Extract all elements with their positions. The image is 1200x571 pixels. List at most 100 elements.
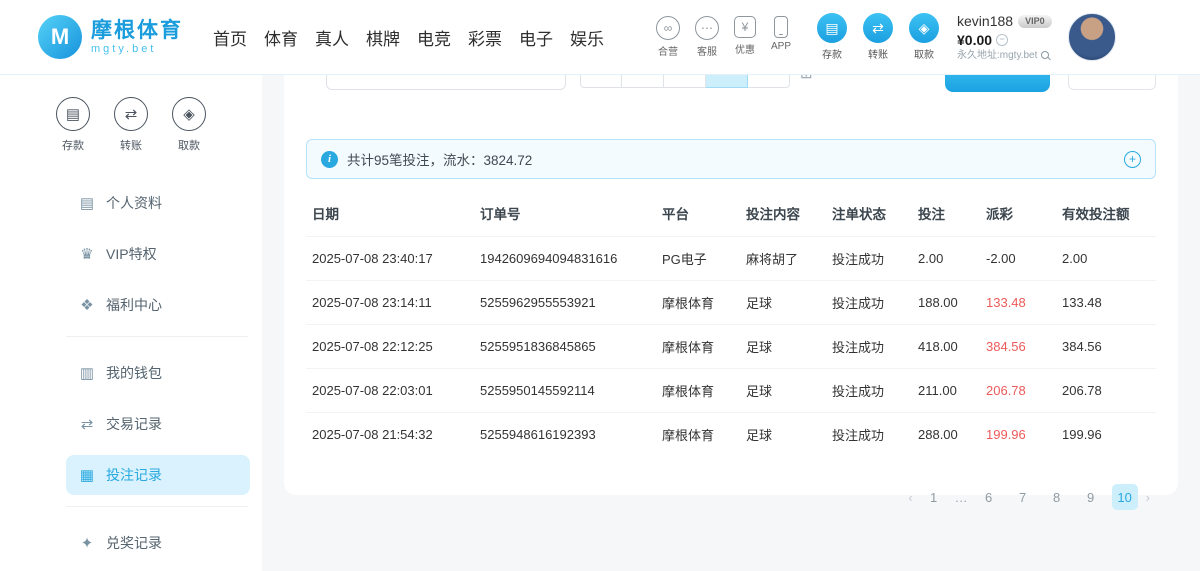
promotions-label: 优惠 — [735, 41, 755, 56]
table-row: 2025-07-08 22:03:01 5255950145592114 摩根体… — [306, 369, 1156, 413]
page-button-9[interactable]: 9 — [1078, 484, 1104, 510]
cell-platform: 摩根体育 — [656, 325, 740, 369]
date-range-segment — [580, 75, 790, 88]
cell-payout: -2.00 — [980, 237, 1056, 281]
nav-item-entertainment[interactable]: 娱乐 — [570, 25, 604, 50]
sidebar-item-vip[interactable]: ♛ VIP特权 — [66, 234, 250, 274]
nav-item-esports[interactable]: 电竞 — [417, 25, 451, 50]
cell-payout: 199.96 — [980, 413, 1056, 457]
bet-records-table: 日期 订单号 平台 投注内容 注单状态 投注 派彩 有效投注额 2025-07-… — [306, 193, 1156, 456]
cell-order: 5255948616192393 — [474, 413, 656, 457]
deposit-button[interactable]: ▤ 存款 — [817, 13, 847, 61]
sidebar-withdraw-label: 取款 — [178, 137, 200, 153]
cell-bet: 188.00 — [912, 281, 980, 325]
customer-service-label: 客服 — [697, 43, 717, 58]
sidebar-item-transactions[interactable]: ⇄ 交易记录 — [66, 404, 250, 444]
col-bet: 投注 — [912, 193, 980, 237]
col-payout: 派彩 — [980, 193, 1056, 237]
range-option-selected[interactable] — [706, 75, 748, 88]
withdraw-button[interactable]: ◈ 取款 — [909, 13, 939, 61]
sidebar-transfer-button[interactable]: ⇄ 转账 — [114, 97, 148, 153]
withdraw-label: 取款 — [914, 46, 934, 61]
sidebar-transfer-icon: ⇄ — [114, 97, 148, 131]
range-option[interactable] — [664, 75, 706, 88]
range-option[interactable] — [580, 75, 622, 88]
cell-bet: 2.00 — [912, 237, 980, 281]
page-button-7[interactable]: 7 — [1010, 484, 1036, 510]
prev-page-button[interactable]: ‹ — [908, 490, 912, 505]
app-download-button[interactable]: APP — [771, 16, 791, 58]
cell-status: 投注成功 — [826, 413, 912, 457]
col-date: 日期 — [306, 193, 474, 237]
cell-payout: 384.56 — [980, 325, 1056, 369]
deposit-label: 存款 — [822, 46, 842, 61]
nav-item-slots[interactable]: 电子 — [519, 25, 553, 50]
header-actions-group: ▤ 存款 ⇄ 转账 ◈ 取款 — [817, 13, 939, 61]
nav-item-home[interactable]: 首页 — [213, 25, 247, 50]
promotions-button[interactable]: ¥ 优惠 — [734, 16, 756, 58]
app-label: APP — [771, 41, 791, 52]
nav-item-live[interactable]: 真人 — [315, 25, 349, 50]
sidebar-item-wallet[interactable]: ▥ 我的钱包 — [66, 353, 250, 393]
refresh-balance-icon[interactable]: − — [996, 34, 1008, 46]
partner-label: 合营 — [658, 43, 678, 58]
cell-valid: 206.78 — [1056, 369, 1156, 413]
next-page-button[interactable]: › — [1146, 490, 1150, 505]
cell-content: 足球 — [740, 369, 826, 413]
cell-valid: 133.48 — [1056, 281, 1156, 325]
cell-date: 2025-07-08 21:54:32 — [306, 413, 474, 457]
nav-item-lottery[interactable]: 彩票 — [468, 25, 502, 50]
cell-valid: 384.56 — [1056, 325, 1156, 369]
filter-input[interactable] — [326, 75, 566, 90]
calendar-icon[interactable]: ⊞ — [800, 75, 813, 82]
cell-date: 2025-07-08 23:40:17 — [306, 237, 474, 281]
sidebar-item-bet-records[interactable]: ▦ 投注记录 — [66, 455, 250, 495]
bet-records-icon: ▦ — [78, 466, 96, 484]
partner-button[interactable]: ∞ 合营 — [656, 16, 680, 58]
transfer-button[interactable]: ⇄ 转账 — [863, 13, 893, 61]
username: kevin188 — [957, 12, 1013, 30]
header-utility-group: ∞ 合营 ⋯ 客服 ¥ 优惠 APP — [656, 16, 791, 58]
cell-platform: 摩根体育 — [656, 281, 740, 325]
col-status: 注单状态 — [826, 193, 912, 237]
cell-content: 足球 — [740, 325, 826, 369]
expand-plus-icon[interactable]: + — [1124, 151, 1141, 168]
range-option[interactable] — [748, 75, 790, 88]
user-info: kevin188 VIP0 ¥0.00 − 永久地址:mgty.bet — [957, 12, 1052, 61]
withdraw-icon: ◈ — [909, 13, 939, 43]
reset-button[interactable] — [1068, 75, 1156, 90]
filter-row: ⊞ — [306, 75, 1156, 91]
page-button-8[interactable]: 8 — [1044, 484, 1070, 510]
sidebar-withdraw-button[interactable]: ◈ 取款 — [172, 97, 206, 153]
cell-platform: 摩根体育 — [656, 369, 740, 413]
sidebar-item-welfare[interactable]: ❖ 福利中心 — [66, 285, 250, 325]
partner-icon: ∞ — [656, 16, 680, 40]
main-nav: 首页 体育 真人 棋牌 电竞 彩票 电子 娱乐 — [213, 25, 604, 50]
brand-domain: mgty.bet — [91, 43, 183, 55]
sidebar-divider — [66, 506, 248, 507]
customer-service-button[interactable]: ⋯ 客服 — [695, 16, 719, 58]
bet-records-card: ⊞ i 共计95笔投注，流水：3824.72 + 日期 订单号 — [284, 75, 1178, 495]
search-icon[interactable] — [1041, 51, 1049, 59]
page-button-10-active[interactable]: 10 — [1112, 484, 1138, 510]
sidebar-deposit-button[interactable]: ▤ 存款 — [56, 97, 90, 153]
header: M 摩根体育 mgty.bet 首页 体育 真人 棋牌 电竞 彩票 电子 娱乐 … — [0, 0, 1200, 75]
sidebar-item-profile[interactable]: ▤ 个人资料 — [66, 183, 250, 223]
avatar[interactable] — [1068, 13, 1116, 61]
cell-content: 足球 — [740, 281, 826, 325]
page-button-1[interactable]: 1 — [921, 484, 947, 510]
sidebar-item-prize-records[interactable]: ✦ 兑奖记录 — [66, 523, 250, 563]
cell-status: 投注成功 — [826, 369, 912, 413]
nav-item-cards[interactable]: 棋牌 — [366, 25, 400, 50]
balance-amount: ¥0.00 — [957, 31, 992, 49]
cell-status: 投注成功 — [826, 281, 912, 325]
page-button-6[interactable]: 6 — [976, 484, 1002, 510]
range-option[interactable] — [622, 75, 664, 88]
nav-item-sports[interactable]: 体育 — [264, 25, 298, 50]
search-button[interactable] — [945, 75, 1050, 92]
pagination: ‹ 1 … 6 7 8 9 10 › — [306, 484, 1156, 510]
vip-badge: VIP0 — [1018, 15, 1052, 29]
cell-order: 1942609694094831616 — [474, 237, 656, 281]
brand-logo[interactable]: M 摩根体育 mgty.bet — [38, 15, 183, 59]
table-row: 2025-07-08 21:54:32 5255948616192393 摩根体… — [306, 413, 1156, 457]
